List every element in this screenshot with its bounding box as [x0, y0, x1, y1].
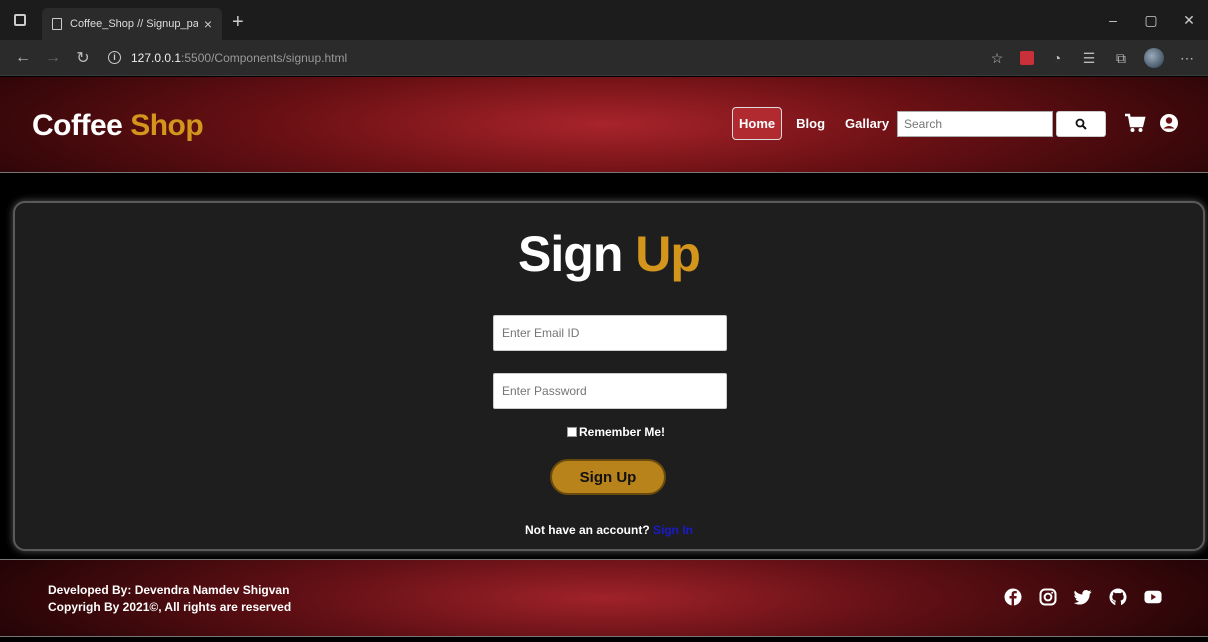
url-host: 127.0.0.1: [131, 50, 182, 65]
site-footer: Developed By: Devendra Namdev Shigvan Co…: [0, 559, 1208, 637]
window-menu-icon[interactable]: [14, 14, 26, 26]
collections-icon[interactable]: ⧉: [1112, 50, 1130, 67]
forward-icon[interactable]: →: [38, 49, 68, 67]
signin-link[interactable]: Sign In: [653, 523, 693, 537]
url-path: :5500/Components/signup.html: [181, 50, 348, 65]
signup-button[interactable]: Sign Up: [550, 459, 666, 495]
refresh-icon[interactable]: ↻: [68, 48, 98, 68]
tab-title: Coffee_Shop // Signup_page: [70, 18, 198, 30]
info-icon[interactable]: i: [108, 51, 121, 64]
nav-blog[interactable]: Blog: [790, 107, 831, 140]
site-header: Coffee Shop Home Blog Gallary: [0, 77, 1208, 173]
search-icon: [1075, 118, 1087, 130]
new-tab-button[interactable]: +: [232, 11, 244, 34]
title-accent: Up: [635, 226, 701, 282]
remember-me[interactable]: Remember Me!: [567, 425, 665, 439]
browser-tab-bar: Coffee_Shop // Signup_page × + – ▢ ✕: [0, 0, 1208, 40]
site-logo[interactable]: Coffee Shop: [32, 109, 204, 143]
more-menu-icon[interactable]: ⋯: [1178, 50, 1196, 67]
facebook-icon[interactable]: [1004, 588, 1022, 606]
user-account-icon[interactable]: [1159, 113, 1179, 133]
logo-main: Coffee: [32, 109, 123, 142]
logo-accent: Shop: [130, 109, 204, 142]
instagram-icon[interactable]: [1039, 588, 1057, 606]
maximize-button[interactable]: ▢: [1132, 12, 1170, 29]
email-field[interactable]: [493, 315, 727, 351]
browser-essentials-icon[interactable]: ◔: [1048, 50, 1066, 66]
copyright-text: Copyrigh By 2021©, All rights are reserv…: [48, 600, 292, 614]
main-nav: Home Blog Gallary: [732, 107, 895, 140]
minimize-button[interactable]: –: [1094, 12, 1132, 28]
search-button[interactable]: [1056, 111, 1106, 137]
close-window-button[interactable]: ✕: [1170, 12, 1208, 29]
profile-avatar[interactable]: [1144, 48, 1164, 68]
remember-label: Remember Me!: [579, 425, 666, 439]
account-prompt: Not have an account? Sign In: [15, 523, 1203, 537]
favorite-star-icon[interactable]: ☆: [988, 50, 1006, 67]
title-main: Sign: [518, 226, 623, 282]
footer-credits: Developed By: Devendra Namdev Shigvan Co…: [48, 582, 291, 616]
extension-icon[interactable]: [1020, 51, 1034, 65]
url-field[interactable]: i 127.0.0.1 :5500/Components/signup.html: [108, 51, 347, 65]
github-icon[interactable]: [1109, 588, 1127, 606]
remember-checkbox[interactable]: [567, 427, 577, 437]
youtube-icon[interactable]: [1144, 588, 1162, 606]
password-field[interactable]: [493, 373, 727, 409]
twitter-icon[interactable]: [1074, 588, 1092, 606]
nav-gallary[interactable]: Gallary: [839, 107, 895, 140]
tab-close-icon[interactable]: ×: [204, 16, 212, 32]
address-bar: ← → ↻ i 127.0.0.1 :5500/Components/signu…: [0, 40, 1208, 76]
developer-credit: Developed By: Devendra Namdev Shigvan: [48, 583, 290, 597]
page-icon: [52, 18, 62, 30]
page-title: Sign Up: [15, 225, 1203, 283]
browser-tab[interactable]: Coffee_Shop // Signup_page ×: [42, 8, 222, 40]
window-controls: – ▢ ✕: [1094, 0, 1208, 40]
back-icon[interactable]: ←: [8, 49, 38, 67]
social-links: [1004, 588, 1162, 606]
search-input[interactable]: [897, 111, 1053, 137]
favorites-icon[interactable]: ☰: [1080, 50, 1098, 67]
account-prompt-text: Not have an account?: [524, 523, 650, 537]
signup-card: Sign Up Remember Me! Sign Up Not have an…: [13, 201, 1205, 551]
cart-icon[interactable]: [1124, 113, 1146, 133]
nav-home[interactable]: Home: [732, 107, 783, 140]
browser-toolbar: ☆ ◔ ☰ ⧉ ⋯: [988, 40, 1196, 76]
web-page: Coffee Shop Home Blog Gallary Search Sig…: [0, 77, 1208, 642]
